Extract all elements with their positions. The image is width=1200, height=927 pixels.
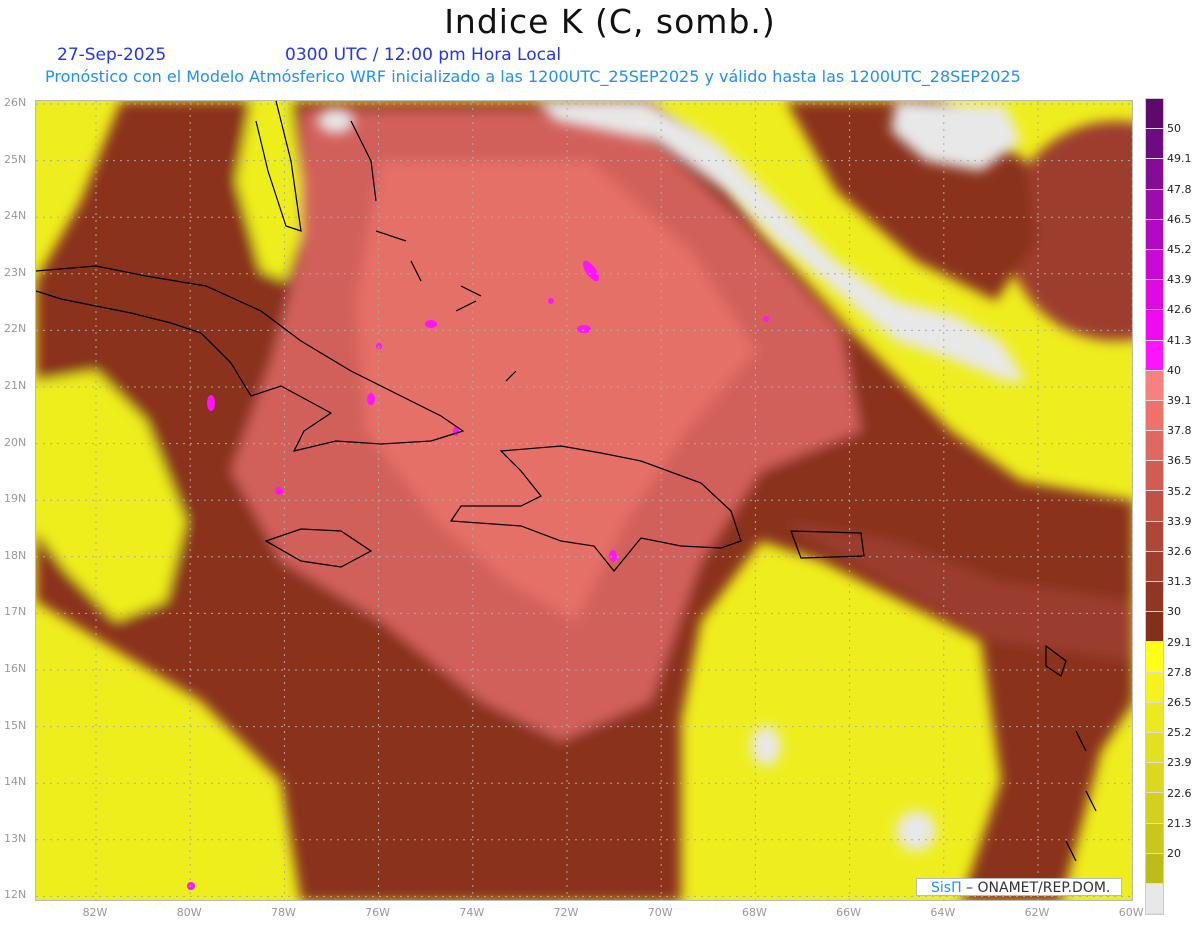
colorbar-swatch [1146, 159, 1163, 190]
colorbar-label: 23.9 [1167, 756, 1192, 770]
colorbar-swatch [1146, 340, 1163, 371]
lat-label: 24N [4, 209, 27, 223]
credit-text: – ONAMET/REP.DOM. [961, 880, 1111, 896]
lat-label: 17N [4, 605, 27, 619]
lat-label: 26N [4, 96, 27, 109]
field-gray-spot [896, 811, 936, 851]
colorbar-swatch [1146, 400, 1163, 432]
colorbar-label: 42.6 [1167, 303, 1192, 317]
colorbar-swatch [1146, 763, 1163, 794]
colorbar-swatch [1146, 99, 1163, 130]
colorbar-swatch [1146, 249, 1163, 281]
lon-label: 70W [647, 906, 673, 919]
colorbar-swatch [1146, 521, 1163, 552]
colorbar-swatch [1146, 461, 1163, 492]
lat-label: 21N [4, 379, 27, 392]
colorbar-label: 41.3 [1167, 333, 1192, 347]
colorbar-label: 26.5 [1167, 696, 1192, 709]
lon-label: 78W [270, 906, 296, 919]
colorbar-swatch [1146, 551, 1163, 582]
chart-title: Indice K (C, somb.) [444, 2, 776, 41]
colorbar-label: 36.5 [1167, 454, 1192, 468]
colorbar-swatch [1146, 280, 1163, 311]
colorbar-swatch [1146, 129, 1163, 160]
forecast-date: 27-Sep-2025 [57, 45, 167, 65]
lat-label: 25N [4, 152, 27, 166]
colorbar-swatch [1146, 732, 1163, 764]
lat-label: 22N [4, 322, 27, 336]
lon-label: 62W [1024, 906, 1050, 919]
lat-label: 20N [4, 435, 27, 449]
lon-label: 74W [459, 906, 485, 919]
colorbar-swatch [1146, 491, 1163, 522]
colorbar-swatch [1146, 582, 1163, 613]
colorbar-swatch [1146, 642, 1163, 673]
colorbar-label: 20 [1167, 847, 1181, 860]
colorbar-swatch [1146, 702, 1163, 733]
lat-label: 23N [4, 265, 27, 279]
colorbar-label: 46.5 [1167, 212, 1192, 226]
credit-box: SisΠ – ONAMET/REP.DOM. [916, 878, 1122, 896]
colorbar-label: 22.6 [1167, 786, 1192, 800]
lon-label: 66W [836, 906, 862, 919]
colorbar-label: 25.2 [1167, 726, 1192, 740]
lon-label: 64W [930, 906, 956, 919]
colorbar [1145, 98, 1164, 916]
colorbar-swatch [1146, 612, 1163, 643]
colorbar-label: 30 [1167, 605, 1181, 619]
colorbar-label: 31.3 [1167, 575, 1192, 589]
forecast-time: 0300 UTC / 12:00 pm Hora Local [285, 45, 562, 65]
colorbar-label: 40 [1167, 363, 1181, 377]
colorbar-swatch [1146, 219, 1163, 250]
colorbar-label: 49.1 [1167, 152, 1192, 166]
lon-label: 82W [82, 906, 108, 919]
colorbar-label: 35.2 [1167, 484, 1192, 498]
colorbar-swatch [1146, 189, 1163, 220]
colorbar-label: 37.8 [1167, 424, 1192, 438]
lon-label: 60W [1118, 906, 1144, 919]
colorbar-swatch [1146, 793, 1163, 824]
k-index-map [35, 100, 1133, 901]
colorbar-swatch [1146, 310, 1163, 341]
lat-label: 18N [4, 548, 27, 562]
colorbar-label: 27.8 [1167, 665, 1192, 679]
lat-label: 19N [4, 492, 27, 506]
colorbar-label: 21.3 [1167, 816, 1192, 830]
lat-label: 14N [4, 775, 27, 789]
field-gray-spot [318, 109, 354, 133]
colorbar-label: 32.6 [1167, 545, 1192, 558]
colorbar-label: 43.9 [1167, 273, 1192, 287]
colorbar-swatch [1146, 672, 1163, 703]
lon-label: 76W [365, 906, 391, 919]
lon-label: 68W [741, 906, 767, 919]
credit-brand: SisΠ [931, 880, 962, 896]
colorbar-swatch [1146, 883, 1163, 915]
model-subtitle: Pronóstico con el Modelo Atmósferico WRF… [45, 67, 1021, 86]
lon-label: 80W [176, 906, 202, 919]
colorbar-swatch [1146, 431, 1163, 462]
colorbar-swatch [1146, 823, 1163, 854]
colorbar-label: 47.8 [1167, 182, 1192, 196]
colorbar-label: 50 [1167, 122, 1181, 136]
colorbar-label: 39.1 [1167, 394, 1192, 407]
colorbar-label: 45.2 [1167, 243, 1192, 256]
colorbar-swatch [1146, 853, 1163, 884]
lat-label: 13N [4, 831, 27, 845]
lat-label: 12N [4, 888, 27, 902]
lat-label: 15N [4, 718, 27, 732]
colorbar-swatch [1146, 370, 1163, 401]
colorbar-label: 29.1 [1167, 635, 1192, 649]
lat-label: 16N [4, 662, 27, 675]
lon-label: 72W [553, 906, 579, 919]
colorbar-label: 33.9 [1167, 514, 1192, 528]
